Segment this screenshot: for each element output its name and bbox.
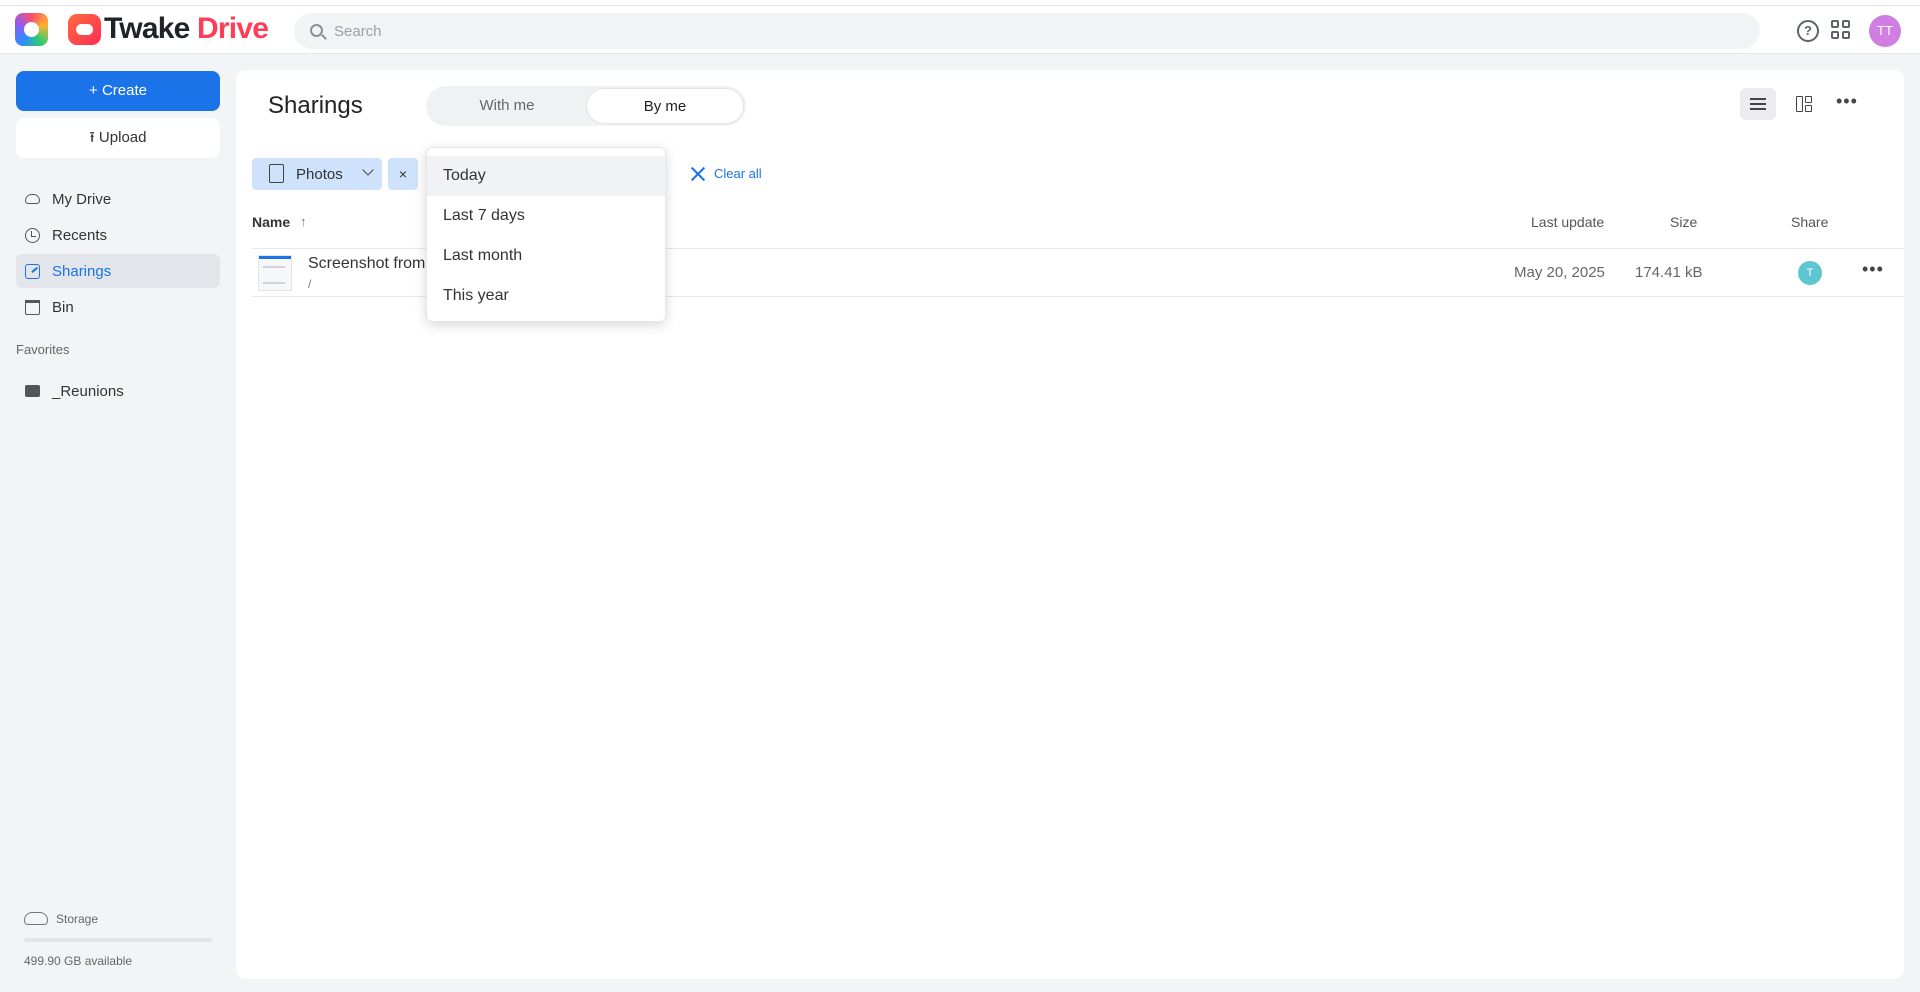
favorite-item-reunions[interactable]: _Reunions	[16, 374, 220, 408]
favorite-item-label: _Reunions	[52, 383, 124, 400]
dropdown-option-this-year[interactable]: This year	[427, 276, 665, 316]
brand-name-part1: Twake	[104, 12, 190, 45]
sidebar-item-label: Sharings	[52, 263, 112, 280]
user-avatar[interactable]: TT	[1869, 15, 1901, 47]
twake-drive-logo-icon	[68, 14, 101, 45]
help-icon[interactable]: ?	[1797, 20, 1819, 42]
sidebar-item-label: My Drive	[52, 191, 112, 208]
row-more-options-icon[interactable]: •••	[1862, 259, 1884, 280]
grid-view-icon	[1796, 96, 1803, 112]
search-input[interactable]	[334, 13, 1734, 49]
sharing-tabs: With me By me	[426, 86, 746, 126]
storage-available: 499.90 GB available	[24, 954, 133, 968]
upload-button[interactable]: ⭱ Upload	[16, 118, 220, 158]
cloud-icon	[25, 194, 40, 204]
sidebar-item-label: Recents	[52, 227, 108, 244]
sidebar-item-sharings[interactable]: Sharings	[16, 254, 220, 288]
search-icon	[310, 24, 323, 37]
column-header-last-update[interactable]: Last update	[1531, 214, 1604, 230]
column-header-share: Share	[1791, 214, 1829, 230]
clock-icon	[25, 228, 40, 243]
filter-chip-type[interactable]: Photos	[252, 158, 382, 190]
sidebar-item-my-drive[interactable]: My Drive	[16, 182, 220, 216]
create-button[interactable]: + Create	[16, 71, 220, 111]
storage-label: Storage	[56, 912, 99, 926]
sidebar-item-bin[interactable]: Bin	[16, 290, 220, 324]
dropdown-option-today[interactable]: Today	[427, 156, 665, 196]
top-header: Twake Drive ? TT	[0, 6, 1920, 54]
page-title: Sharings	[268, 92, 363, 119]
sidebar-item-label: Bin	[52, 299, 74, 316]
more-options-icon[interactable]: •••	[1836, 92, 1858, 110]
close-icon	[690, 166, 706, 182]
sort-ascending-icon[interactable]: ↑	[300, 214, 307, 229]
brand-name: Twake Drive	[104, 12, 269, 46]
file-path: /	[308, 277, 312, 291]
column-header-name[interactable]: Name	[252, 214, 290, 230]
brand-name-part2: Drive	[197, 12, 269, 45]
search-bar[interactable]	[294, 13, 1760, 49]
tab-by-me[interactable]: By me	[586, 88, 744, 124]
sidebar-item-recents[interactable]: Recents	[16, 218, 220, 252]
clear-all-label: Clear all	[714, 166, 762, 181]
grid-view-button[interactable]	[1786, 88, 1822, 120]
filter-chip-label: Photos	[296, 166, 343, 183]
shared-with-avatar[interactable]: T	[1798, 261, 1822, 285]
apps-grid-icon[interactable]	[1831, 20, 1853, 42]
list-view-button[interactable]	[1740, 88, 1776, 120]
file-last-update: May 20, 2025	[1514, 264, 1605, 281]
share-icon	[25, 264, 40, 279]
storage-bar	[24, 938, 212, 942]
column-header-size[interactable]: Size	[1670, 214, 1697, 230]
file-size: 174.41 kB	[1635, 264, 1703, 281]
folder-icon	[25, 385, 40, 397]
file-thumbnail	[258, 255, 292, 291]
dropdown-option-last-month[interactable]: Last month	[427, 236, 665, 276]
storage-cloud-icon	[24, 912, 48, 925]
favorites-heading: Favorites	[16, 342, 70, 357]
app-switcher-logo-icon[interactable]	[15, 13, 48, 46]
date-filter-dropdown: Today Last 7 days Last month This year	[426, 147, 666, 322]
list-view-icon	[1750, 98, 1766, 100]
tab-with-me[interactable]: With me	[428, 88, 586, 124]
file-name[interactable]: Screenshot from	[308, 255, 425, 273]
file-icon	[269, 164, 284, 183]
trash-icon	[25, 300, 40, 315]
chevron-down-icon[interactable]	[362, 164, 374, 176]
dropdown-option-last-7-days[interactable]: Last 7 days	[427, 196, 665, 236]
filter-chip-remove-button[interactable]: ×	[388, 158, 418, 190]
